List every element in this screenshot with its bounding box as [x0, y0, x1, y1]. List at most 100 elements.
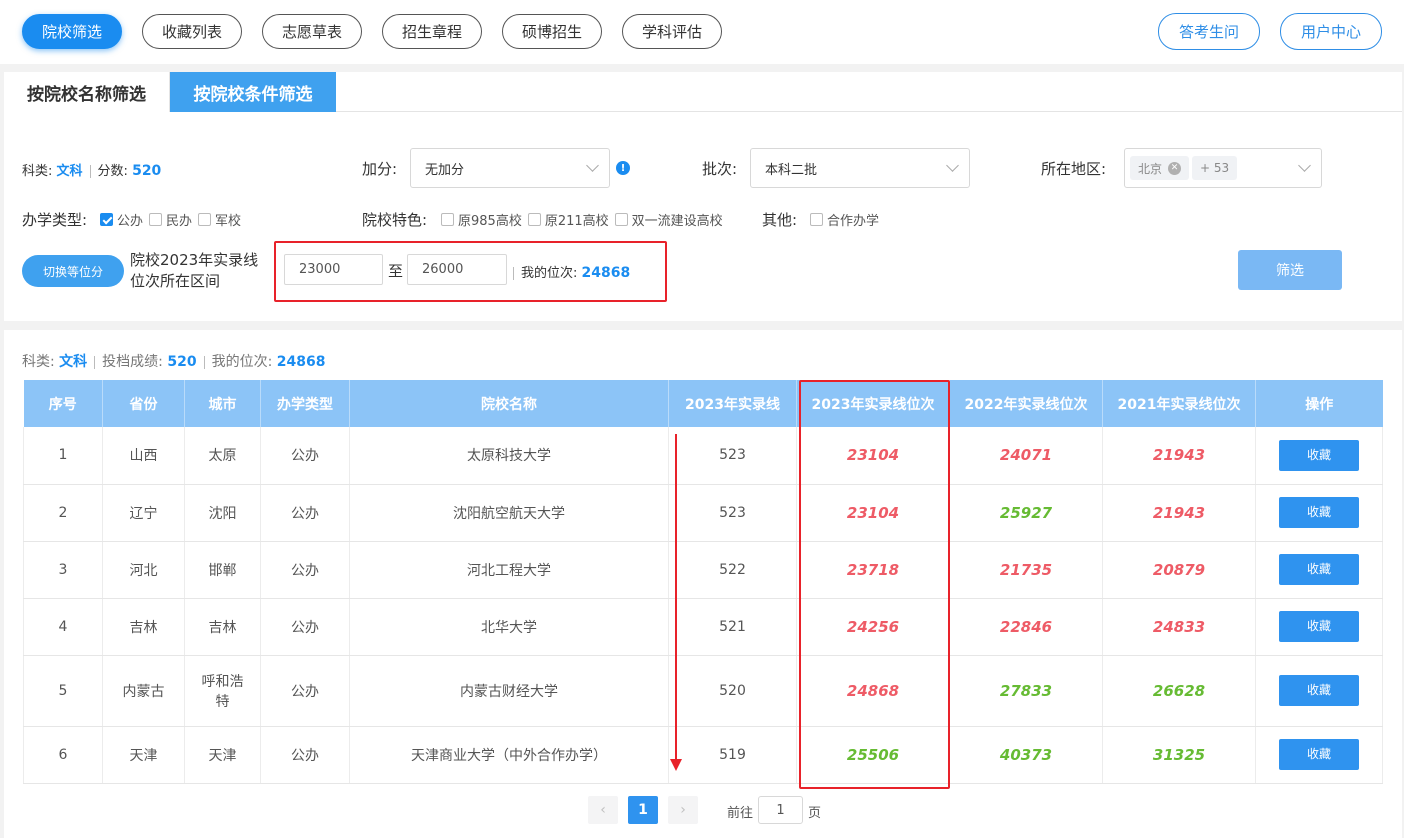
feature-options: 原985高校 原211高校 双一流建设高校 [435, 210, 723, 229]
checkbox-211[interactable] [527, 213, 541, 226]
filter-panel: 按院校名称筛选 按院校条件筛选 科类: 文科 分数: 520 加分: 无加分 ! … [4, 72, 1402, 321]
pager-page-1[interactable]: 1 [628, 796, 658, 824]
favorite-button[interactable]: 收藏 [1279, 611, 1359, 642]
cell-city: 吉林 [184, 598, 261, 656]
nav-qa-button[interactable]: 答考生问 [1158, 13, 1260, 50]
school-type-label: 办学类型: [22, 211, 88, 229]
checkbox-public[interactable] [100, 213, 113, 226]
checkbox-211-label: 原211高校 [544, 214, 609, 229]
cell-province: 吉林 [102, 598, 185, 656]
nav-tab-discipline[interactable]: 学科评估 [622, 14, 722, 49]
other-label: 其他: [762, 211, 798, 229]
range-to-label: 至 [388, 262, 404, 280]
nav-tab-school-filter[interactable]: 院校筛选 [22, 14, 122, 49]
bonus-select-value: 无加分 [425, 162, 465, 178]
cell-type: 公办 [260, 484, 350, 542]
cell-action: 收藏 [1255, 541, 1383, 599]
cell-line-2023: 520 [668, 655, 797, 727]
favorite-button[interactable]: 收藏 [1279, 739, 1359, 770]
pager-next-button[interactable]: › [668, 796, 698, 824]
summary-score-value: 520 [167, 354, 197, 370]
tab-filter-by-condition[interactable]: 按院校条件筛选 [170, 72, 336, 112]
my-rank-info: 我的位次: 24868 [513, 262, 630, 281]
cell-no: 6 [23, 726, 103, 784]
checkbox-military[interactable] [198, 213, 212, 226]
cell-province: 天津 [102, 726, 185, 784]
info-icon[interactable]: ! [616, 161, 630, 175]
favorite-button[interactable]: 收藏 [1279, 675, 1359, 706]
nav-tab-admission-rules[interactable]: 招生章程 [382, 14, 482, 49]
batch-select[interactable]: 本科二批 [750, 148, 970, 188]
favorite-button[interactable]: 收藏 [1279, 497, 1359, 528]
cell-province: 河北 [102, 541, 185, 599]
nav-tab-draft[interactable]: 志愿草表 [262, 14, 362, 49]
cell-school-name: 河北工程大学 [349, 541, 669, 599]
close-icon[interactable]: ✕ [1168, 161, 1182, 175]
col-header-line-2023: 2023年实录线 [668, 380, 797, 427]
bonus-select[interactable]: 无加分 [410, 148, 610, 188]
cell-rank-2022: 25927 [949, 484, 1103, 542]
subject-score-info: 科类: 文科 分数: 520 [22, 160, 161, 179]
bonus-label: 加分: [362, 160, 398, 178]
checkbox-joint-program[interactable] [810, 213, 823, 226]
nav-tab-favorites[interactable]: 收藏列表 [142, 14, 242, 49]
checkbox-joint-program-label: 合作办学 [827, 214, 880, 229]
cell-rank-2021: 21943 [1102, 484, 1256, 542]
summary-subject-label: 科类: [22, 354, 55, 370]
filter-button[interactable]: 筛选 [1238, 250, 1342, 290]
cell-type: 公办 [260, 541, 350, 599]
subject-value: 文科 [56, 164, 83, 179]
results-table: 序号 省份 城市 办学类型 院校名称 2023年实录线 2023年实录线位次 2… [23, 380, 1383, 784]
cell-province: 内蒙古 [102, 655, 185, 727]
checkbox-private[interactable] [149, 213, 163, 226]
favorite-button[interactable]: 收藏 [1279, 554, 1359, 585]
checkbox-public-label: 公办 [117, 214, 144, 229]
cell-line-2023: 523 [668, 427, 797, 485]
cell-rank-2022: 22846 [949, 598, 1103, 656]
region-more-tag: + 53 [1192, 156, 1238, 180]
cell-no: 2 [23, 484, 103, 542]
tab-filter-by-name[interactable]: 按院校名称筛选 [4, 72, 170, 112]
cell-line-2023: 521 [668, 598, 797, 656]
other-options: 合作办学 [804, 210, 879, 229]
chevron-down-icon [1298, 159, 1311, 172]
cell-province: 辽宁 [102, 484, 185, 542]
batch-label: 批次: [702, 160, 738, 178]
cell-action: 收藏 [1255, 726, 1383, 784]
cell-school-name: 北华大学 [349, 598, 669, 656]
cell-no: 3 [23, 541, 103, 599]
favorite-button[interactable]: 收藏 [1279, 439, 1359, 471]
checkbox-double-first-class[interactable] [614, 213, 628, 226]
cell-type: 公办 [260, 655, 350, 727]
pager-prev-button[interactable]: ‹ [588, 796, 618, 824]
top-nav: 院校筛选 收藏列表 志愿草表 招生章程 硕博招生 学科评估 答考生问 用户中心 [0, 0, 1404, 64]
rank-range-label: 院校2023年实录线 位次所在区间 [130, 250, 258, 292]
col-header-type: 办学类型 [260, 380, 350, 427]
rank-from-input[interactable]: 23000 [284, 254, 383, 285]
pager-goto-label: 前往 [727, 806, 754, 821]
switch-equivalent-score-button[interactable]: 切换等位分 [22, 255, 124, 287]
checkbox-985-label: 原985高校 [458, 214, 522, 229]
pager-goto-input[interactable]: 1 [758, 796, 803, 824]
rank-range-label-line1: 院校2023年实录线 [130, 251, 259, 269]
nav-tab-graduate[interactable]: 硕博招生 [502, 14, 602, 49]
cell-rank-2021: 31325 [1102, 726, 1256, 784]
my-rank-label: 我的位次: [521, 266, 578, 281]
checkbox-private-label: 民办 [166, 214, 193, 229]
checkbox-double-first-class-label: 双一流建设高校 [631, 214, 723, 229]
col-header-name: 院校名称 [349, 380, 669, 427]
col-header-city: 城市 [184, 380, 261, 427]
cell-school-name: 沈阳航空航天大学 [349, 484, 669, 542]
rank-to-input[interactable]: 26000 [407, 254, 507, 285]
col-header-no: 序号 [23, 380, 103, 427]
table-row: 4 吉林 吉林 公办 北华大学 521 24256 22846 24833 收藏 [23, 598, 1383, 656]
cell-city: 天津 [184, 726, 261, 784]
subject-label: 科类: [22, 164, 53, 179]
score-value: 520 [132, 163, 162, 179]
cell-no: 4 [23, 598, 103, 656]
nav-user-center-button[interactable]: 用户中心 [1280, 13, 1382, 50]
checkbox-985[interactable] [441, 213, 454, 226]
school-type-options: 公办 民办 军校 [94, 210, 241, 229]
chevron-down-icon [586, 159, 599, 172]
summary-rank-label: 我的位次: [211, 354, 273, 370]
